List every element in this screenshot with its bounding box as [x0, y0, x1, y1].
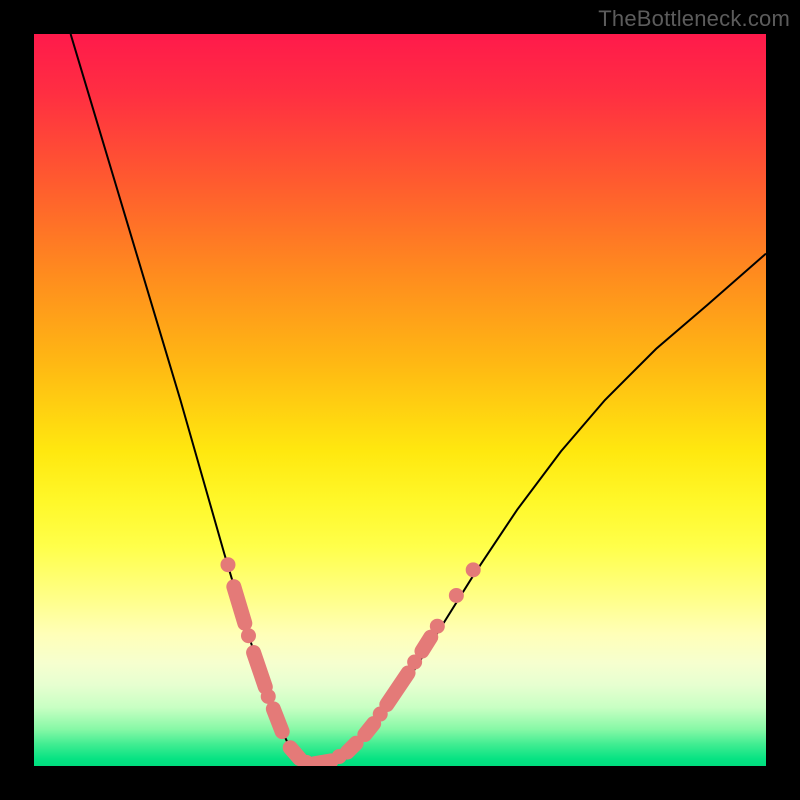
- curve-marker-segment: [254, 653, 266, 687]
- chart-svg: [34, 34, 766, 766]
- curve-marker-segment: [387, 673, 408, 704]
- marker-layer: [220, 557, 480, 766]
- curve-marker-dot: [430, 619, 445, 634]
- curve-marker-dot: [220, 557, 235, 572]
- curve-marker-dot: [466, 562, 481, 577]
- curve-marker-segment: [347, 743, 356, 752]
- curve-marker-segment: [422, 637, 431, 651]
- plot-area: [34, 34, 766, 766]
- curve-marker-segment: [365, 724, 374, 735]
- curve-marker-segment: [290, 748, 300, 759]
- curve-marker-segment: [273, 709, 282, 732]
- chart-frame: TheBottleneck.com: [0, 0, 800, 800]
- curve-marker-dot: [241, 628, 256, 643]
- watermark-text: TheBottleneck.com: [598, 6, 790, 32]
- curve-marker-segment: [314, 761, 331, 764]
- curve-marker-dot: [449, 588, 464, 603]
- curve-marker-segment: [234, 587, 245, 624]
